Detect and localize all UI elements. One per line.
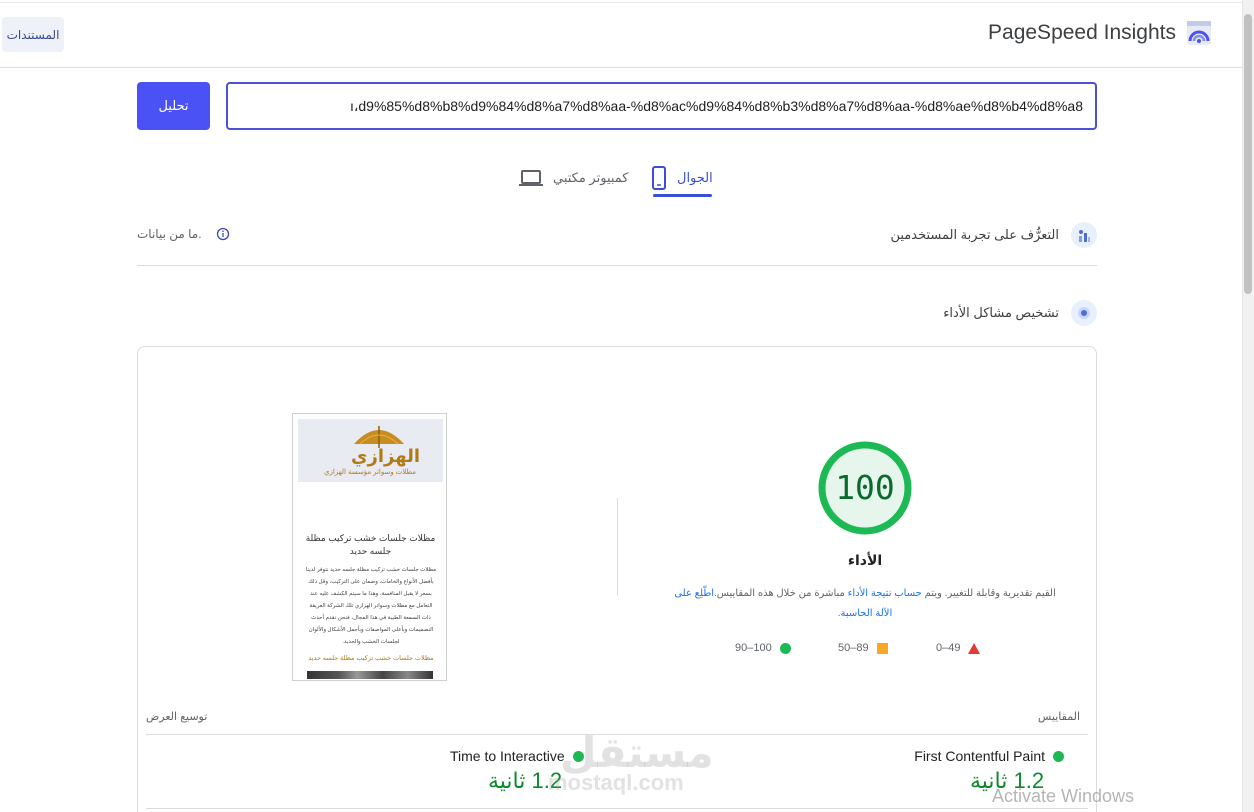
no-data-notice: ما من بيانات.	[137, 227, 230, 241]
metric-fcp-name: First Contentful Paint	[914, 748, 1045, 764]
legend-average-range: 50–89	[838, 642, 869, 654]
desktop-icon	[519, 170, 543, 186]
tab-selected-indicator	[653, 194, 712, 197]
preview-image-strip	[307, 671, 433, 679]
tab-mobile[interactable]: الجوال	[651, 158, 713, 198]
top-divider	[0, 2, 1242, 3]
field-data-header: التعرُّف على تجربة المستخدمين	[890, 222, 1097, 248]
watermark-url: mostaql.com	[548, 770, 684, 795]
field-data-title: التعرُّف على تجربة المستخدمين	[890, 227, 1059, 242]
preview-subtitle: مظلات وسواتر مؤسسة الهزازي	[324, 469, 416, 476]
info-icon[interactable]	[216, 227, 230, 241]
section-divider	[137, 265, 1097, 266]
brand[interactable]: PageSpeed Insights	[988, 20, 1212, 46]
metrics-bottom-divider	[146, 808, 1088, 809]
scrollbar-thumb[interactable]	[1244, 14, 1252, 294]
tab-desktop[interactable]: كمبيوتر مكتبي	[519, 158, 629, 198]
no-data-text: ما من بيانات.	[137, 227, 202, 241]
scrollbar[interactable]	[1242, 0, 1254, 812]
url-input[interactable]: ı،d9%85%d8%b8%d9%84%d8%a7%d8%aa-%d8%ac%d…	[226, 82, 1097, 130]
performance-score-label: الأداء	[847, 552, 883, 568]
legend-pass-range: 90–100	[735, 642, 772, 654]
expand-view-toggle[interactable]: توسيع العرض	[146, 710, 207, 723]
preview-brand: الهزازي	[351, 446, 421, 466]
score-description: القيم تقديرية وقابلة للتغيير. ويتم حساب …	[674, 588, 1056, 619]
vertical-divider	[617, 498, 618, 596]
average-square-icon	[876, 642, 888, 654]
top-bar: المستندات PageSpeed Insights	[0, 0, 1242, 68]
diagnose-header: تشخيص مشاكل الأداء	[943, 300, 1097, 326]
brand-title: PageSpeed Insights	[988, 21, 1176, 44]
score-desc-text: القيم تقديرية وقابلة للتغيير. ويتم	[924, 588, 1056, 599]
score-desc-middle: مباشرة من خلال هذه المقاييس.	[714, 588, 845, 599]
legend-pass: 90–100	[735, 642, 791, 654]
metrics-label: المقاييس	[1037, 711, 1080, 723]
legend-average: 50–89	[838, 642, 888, 654]
users-chart-icon	[1071, 222, 1097, 248]
activate-windows-notice: Activate Windows	[992, 786, 1135, 806]
pass-circle-icon	[1053, 750, 1064, 762]
legend-fail: 0–49	[936, 642, 981, 654]
legend-fail-range: 0–49	[936, 642, 961, 654]
diagnose-title: تشخيص مشاكل الأداء	[943, 305, 1059, 320]
pass-circle-icon	[779, 642, 791, 654]
pagespeed-logo-icon	[1187, 21, 1211, 45]
mobile-icon	[652, 166, 666, 190]
page-screenshot-preview: الهزازي مظلات وسواتر مؤسسة الهزازي مظلات…	[292, 413, 447, 681]
metric-fcp: First Contentful Paint	[914, 748, 1064, 764]
tab-mobile-label: الجوال	[677, 170, 713, 185]
docs-button[interactable]: المستندات	[2, 17, 64, 52]
fail-triangle-icon	[968, 642, 981, 654]
performance-score-value: 100	[835, 468, 895, 507]
preview-body: مظلات جلسات خشب تركيب مظلة جلسه حديد نتو…	[305, 567, 437, 645]
calc-score-link[interactable]: حساب نتيجة الأداء	[848, 588, 922, 599]
tab-desktop-label: كمبيوتر مكتبي	[553, 170, 629, 185]
metric-tti-name: Time to Interactive	[450, 748, 565, 764]
preview-title: مظلات جلسات خشب تركيب مظلة جلسه حديد	[305, 533, 436, 556]
preview-link: مظلات جلسات خشب تركيب مظلة جلسه حديد	[308, 655, 434, 662]
lab-target-icon	[1071, 300, 1097, 326]
analyze-button[interactable]: تحليل	[137, 82, 210, 130]
